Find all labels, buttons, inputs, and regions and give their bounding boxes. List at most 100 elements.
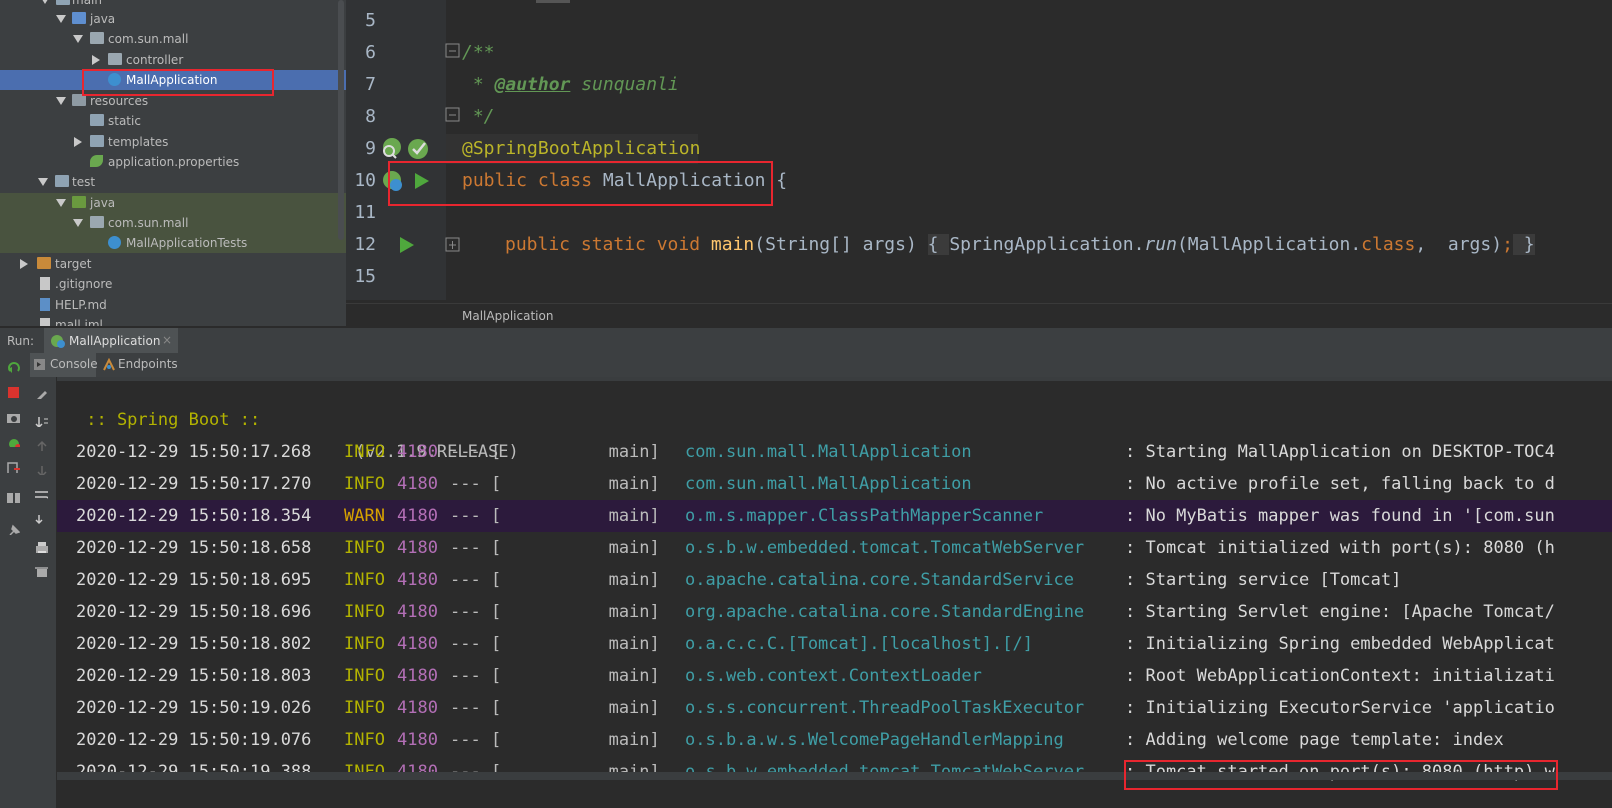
log-level: INFO: [344, 602, 385, 622]
run-main-icon[interactable]: [398, 235, 416, 255]
tree-item-test-java[interactable]: java: [0, 193, 346, 213]
log-thread: main]: [496, 538, 660, 558]
line-number: 12: [354, 234, 376, 255]
log-timestamp: 2020-12-29 15:50:18.658: [76, 538, 312, 558]
edit-icon[interactable]: [34, 387, 48, 399]
tree-item-static[interactable]: static: [0, 111, 346, 131]
log-separator: --- [: [450, 570, 502, 590]
log-message: : No MyBatis mapper was found in '[com.s…: [1125, 506, 1555, 526]
doc-comment-author: * @author sunquanli: [462, 74, 679, 95]
call-args1: (MallApplication.: [1176, 234, 1362, 255]
tree-item-application-properties[interactable]: application.properties: [0, 152, 346, 172]
arrow-down-icon[interactable]: [34, 463, 48, 475]
log-logger[interactable]: com.sun.mall.MallApplication: [685, 468, 972, 500]
log-message: : Starting Servlet engine: [Apache Tomca…: [1125, 602, 1555, 622]
fold-icon[interactable]: [445, 107, 461, 125]
breadcrumb-item[interactable]: MallApplication: [462, 309, 553, 323]
tree-item-mall-iml[interactable]: mall.iml: [0, 315, 346, 326]
log-pid: 4180: [397, 698, 438, 718]
log-logger[interactable]: o.s.b.a.w.s.WelcomePageHandlerMapping: [685, 724, 1064, 756]
expand-arrow-icon[interactable]: [56, 97, 66, 105]
fold-icon[interactable]: [445, 43, 461, 61]
highlight-box: [82, 69, 274, 96]
log-separator: --- [: [450, 442, 502, 462]
expand-arrow-icon[interactable]: [73, 219, 83, 227]
rerun-icon[interactable]: [7, 361, 21, 373]
log-message: : Tomcat initialized with port(s): 8080 …: [1125, 538, 1555, 558]
log-logger[interactable]: o.s.b.w.embedded.tomcat.TomcatWebServer: [685, 532, 1084, 564]
expand-arrow-icon[interactable]: [38, 178, 48, 186]
trash-icon[interactable]: [34, 565, 48, 577]
bug-icon[interactable]: [6, 435, 20, 447]
main-method: public static void main(String[] args) {…: [505, 234, 1535, 255]
source-folder-icon: [72, 12, 86, 24]
tree-item-templates[interactable]: templates: [0, 132, 346, 152]
tree-item-mallapplicationtests[interactable]: MallApplicationTests: [0, 233, 346, 253]
stop-icon[interactable]: [8, 387, 19, 398]
collapse-arrow-icon[interactable]: [92, 55, 100, 65]
close-icon[interactable]: ×: [162, 333, 172, 347]
log-logger[interactable]: o.a.c.c.C.[Tomcat].[localhost].[/]: [685, 628, 1033, 660]
log-logger[interactable]: o.s.web.context.ContextLoader: [685, 660, 982, 692]
line-number: 6: [365, 42, 376, 63]
log-logger[interactable]: o.apache.catalina.core.StandardService: [685, 564, 1074, 596]
log-thread: main]: [496, 634, 660, 654]
expand-arrow-icon[interactable]: [56, 15, 66, 23]
log-line: 2020-12-29 15:50:18.802 INFO 4180 --- [ mai…: [57, 628, 1612, 660]
tree-scrollbar[interactable]: [338, 0, 344, 240]
keywords: public static void: [505, 234, 711, 255]
line-number: 5: [365, 10, 376, 31]
folder-icon: [55, 175, 69, 187]
log-level: INFO: [344, 666, 385, 686]
camera-icon[interactable]: [6, 411, 20, 423]
log-separator: --- [: [450, 538, 502, 558]
log-logger[interactable]: com.sun.mall.MallApplication: [685, 436, 972, 468]
spring-config-icon[interactable]: [406, 137, 432, 161]
pin-icon[interactable]: [6, 523, 20, 535]
spring-bean-icon[interactable]: [380, 137, 404, 161]
log-logger[interactable]: org.apache.catalina.core.StandardEngine: [685, 596, 1084, 628]
banner-left: :: Spring Boot ::: [76, 410, 271, 430]
scroll-down-icon[interactable]: [34, 415, 48, 427]
print-icon[interactable]: [34, 541, 48, 553]
soft-wrap-icon[interactable]: [34, 489, 48, 501]
log-timestamp: 2020-12-29 15:50:18.696: [76, 602, 312, 622]
tree-item-package[interactable]: com.sun.mall: [0, 29, 346, 49]
tree-item-controller[interactable]: controller: [0, 50, 346, 70]
exit-icon[interactable]: [6, 461, 20, 473]
log-separator: --- [: [450, 698, 502, 718]
log-logger[interactable]: o.m.s.mapper.ClassPathMapperScanner: [685, 500, 1043, 532]
tab-label: Console: [50, 357, 98, 371]
collapse-arrow-icon[interactable]: [20, 259, 28, 269]
module-file-icon: [40, 318, 50, 326]
arrow-up-icon[interactable]: [34, 439, 48, 451]
tree-item-help-md[interactable]: HELP.md: [0, 295, 346, 315]
markdown-file-icon: [40, 298, 50, 311]
log-pid: 4180: [397, 538, 438, 558]
expand-fold-icon[interactable]: [445, 237, 461, 255]
tree-item-test-package[interactable]: com.sun.mall: [0, 213, 346, 233]
scroll-to-end-icon[interactable]: [34, 513, 48, 525]
run-config-tab[interactable]: MallApplication ×: [44, 328, 178, 354]
log-message: : Starting MallApplication on DESKTOP-TO…: [1125, 442, 1555, 462]
tree-item-gitignore[interactable]: .gitignore: [0, 274, 346, 294]
log-pid: 4180: [397, 570, 438, 590]
layout-icon[interactable]: [6, 491, 20, 503]
log-level: INFO: [344, 730, 385, 750]
expand-arrow-icon[interactable]: [56, 199, 66, 207]
folded-body-close[interactable]: }: [1512, 234, 1535, 255]
expand-arrow-icon[interactable]: [40, 0, 50, 4]
log-separator: --- [: [450, 666, 502, 686]
log-pid: 4180: [397, 474, 438, 494]
log-logger[interactable]: o.s.s.concurrent.ThreadPoolTaskExecutor: [685, 692, 1084, 724]
log-timestamp: 2020-12-29 15:50:18.354: [76, 506, 312, 526]
project-tree: main java com.sun.mall controller MallAp…: [0, 0, 346, 326]
highlight-box: [388, 161, 773, 206]
collapse-arrow-icon[interactable]: [74, 137, 82, 147]
expand-arrow-icon[interactable]: [73, 35, 83, 43]
endpoints-icon: [103, 358, 115, 371]
tree-item-target[interactable]: target: [0, 254, 346, 274]
tree-item-test[interactable]: test: [0, 172, 346, 192]
folded-body-open[interactable]: {: [927, 234, 950, 255]
tree-item-java[interactable]: java: [0, 9, 346, 29]
